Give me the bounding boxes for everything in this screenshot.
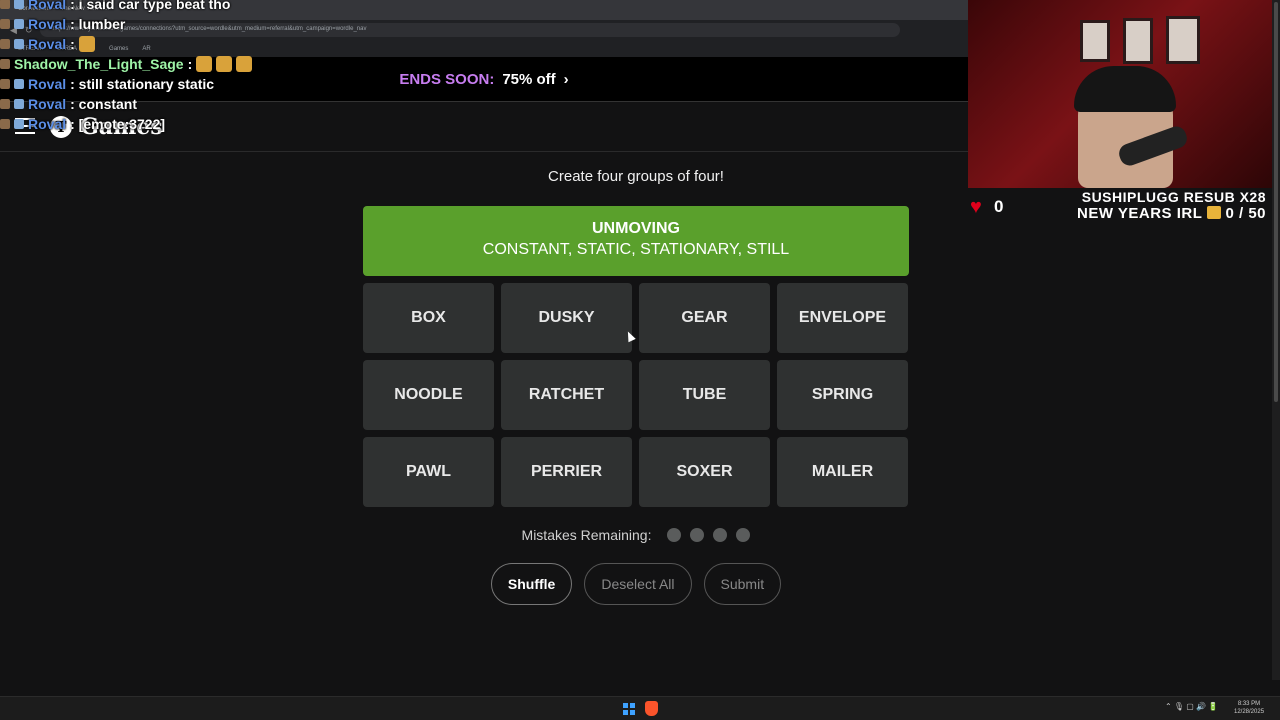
chat-text: :	[70, 36, 75, 52]
badge-icon	[0, 39, 10, 49]
chat-text: : constant	[70, 96, 138, 112]
chat-text: : still stationary static	[70, 76, 215, 92]
chat-message: Roval: lumber	[0, 14, 400, 34]
sword-badge-icon	[14, 19, 24, 29]
emote-icon	[78, 36, 95, 52]
windows-start-icon[interactable]	[623, 703, 635, 715]
chat-overlay: Roval: i said car type beat tho Roval: l…	[0, 0, 400, 134]
word-grid: BOX DUSKY GEAR ENVELOPE NOODLE RATCHET T…	[363, 283, 909, 507]
word-tile[interactable]: DUSKY	[501, 283, 632, 353]
emote-icon	[196, 56, 213, 72]
word-tile[interactable]: TUBE	[639, 360, 770, 430]
submit-button[interactable]: Submit	[703, 563, 782, 605]
game-subtitle: Create four groups of four!	[548, 168, 724, 185]
mistakes-label: Mistakes Remaining:	[521, 527, 652, 543]
word-tile[interactable]: SPRING	[777, 360, 908, 430]
mistake-dot	[690, 528, 705, 542]
sub-goal-label: NEW YEARS IRL	[1076, 205, 1203, 222]
badge-icon	[0, 19, 10, 29]
wall-frame	[1166, 16, 1200, 64]
word-tile[interactable]: MAILER	[777, 437, 908, 507]
shuffle-button[interactable]: Shuffle	[490, 563, 573, 605]
badge-icon	[0, 99, 10, 109]
chat-message: Roval: i said car type beat tho	[0, 0, 400, 14]
badge-icon	[0, 59, 10, 69]
deselect-all-button[interactable]: Deselect All	[584, 563, 692, 605]
scroll-thumb[interactable]	[1274, 2, 1278, 402]
chat-text: : lumber	[70, 16, 126, 32]
sword-badge-icon	[14, 79, 24, 89]
resub-alert: SUSHIPLUGG RESUB X28	[1081, 189, 1266, 205]
beanie	[1074, 66, 1176, 112]
word-tile[interactable]: PERRIER	[501, 437, 632, 507]
word-tile[interactable]: NOODLE	[363, 360, 494, 430]
clock-date: 12/28/2025	[1234, 709, 1265, 715]
chat-username: Shadow_The_Light_Sage	[14, 56, 184, 72]
solved-group: UNMOVING CONSTANT, STATIC, STATIONARY, S…	[363, 206, 909, 276]
chat-username: Roval	[28, 36, 67, 52]
badge-icon	[0, 79, 10, 89]
chat-text: : i said car type beat tho	[70, 0, 231, 12]
solved-group-title: UNMOVING	[592, 220, 680, 237]
word-tile[interactable]: ENVELOPE	[777, 283, 908, 353]
word-tile[interactable]: SOXER	[639, 437, 770, 507]
chevron-right-icon: ›	[563, 70, 569, 88]
chat-username: Roval	[28, 0, 67, 12]
badge-icon	[0, 0, 10, 9]
word-tile[interactable]: BOX	[363, 283, 494, 353]
chat-username: Roval	[28, 76, 67, 92]
system-tray-icons[interactable]: ⌃ 🎙 ▢ 🔊 🔋	[1165, 702, 1218, 711]
badge-icon	[0, 119, 10, 129]
emote-icon	[216, 56, 233, 72]
game-controls: Shuffle Deselect All Submit	[363, 563, 909, 605]
sword-badge-icon	[14, 0, 24, 9]
word-tile[interactable]: RATCHET	[501, 360, 632, 430]
brave-browser-icon[interactable]	[645, 701, 658, 716]
word-tile[interactable]: PAWL	[363, 437, 494, 507]
page-scrollbar[interactable]	[1272, 0, 1280, 680]
promo-offer: 75% off	[502, 70, 556, 88]
sub-goal: NEW YEARS IRL 0 / 50	[1077, 205, 1266, 222]
chat-text: :	[187, 56, 193, 72]
chat-message: Roval: constant	[0, 94, 400, 114]
sword-badge-icon	[14, 99, 24, 109]
solved-group-members: CONSTANT, STATIC, STATIONARY, STILL	[482, 241, 790, 258]
wall-frame	[1123, 18, 1153, 64]
chat-username: Roval	[28, 96, 67, 112]
taskbar: ⌃ 🎙 ▢ 🔊 🔋 8:33 PM 12/28/2025	[0, 696, 1280, 720]
mistake-dot	[713, 528, 728, 542]
sword-badge-icon	[14, 119, 24, 129]
chat-text: : [emote:3722]	[70, 116, 166, 132]
stream-stats: ♥ 0 SUSHIPLUGG RESUB X28 NEW YEARS IRL 0…	[968, 188, 1280, 224]
chat-username: Roval	[28, 116, 67, 132]
gift-icon	[1206, 206, 1221, 219]
mistake-dot	[736, 528, 751, 542]
clock-time: 8:33 PM	[1237, 701, 1261, 707]
promo-accent: ENDS SOON:	[399, 70, 495, 88]
chat-message: Roval: [emote:3722]	[0, 114, 400, 134]
wall-frame	[1080, 20, 1110, 62]
mistakes-remaining: Mistakes Remaining:	[363, 527, 909, 543]
sword-badge-icon	[14, 39, 24, 49]
chat-message: Roval: still stationary static	[0, 74, 400, 94]
emote-icon	[236, 56, 253, 72]
sub-goal-value: 0 / 50	[1225, 205, 1266, 222]
chat-username: Roval	[28, 16, 67, 32]
screen: Connections — The New York Ti... ◀ ↻ htt…	[0, 0, 1280, 720]
chat-message: Roval:	[0, 34, 400, 54]
mistake-dot	[667, 528, 682, 542]
word-tile[interactable]: GEAR	[639, 283, 770, 353]
clock[interactable]: 8:33 PM 12/28/2025	[1234, 700, 1264, 716]
webcam-feed	[968, 0, 1280, 188]
chat-message: Shadow_The_Light_Sage:	[0, 54, 400, 74]
heart-count: 0	[994, 197, 1004, 216]
heart-icon: ♥	[970, 196, 982, 218]
mistake-dots	[667, 528, 751, 542]
